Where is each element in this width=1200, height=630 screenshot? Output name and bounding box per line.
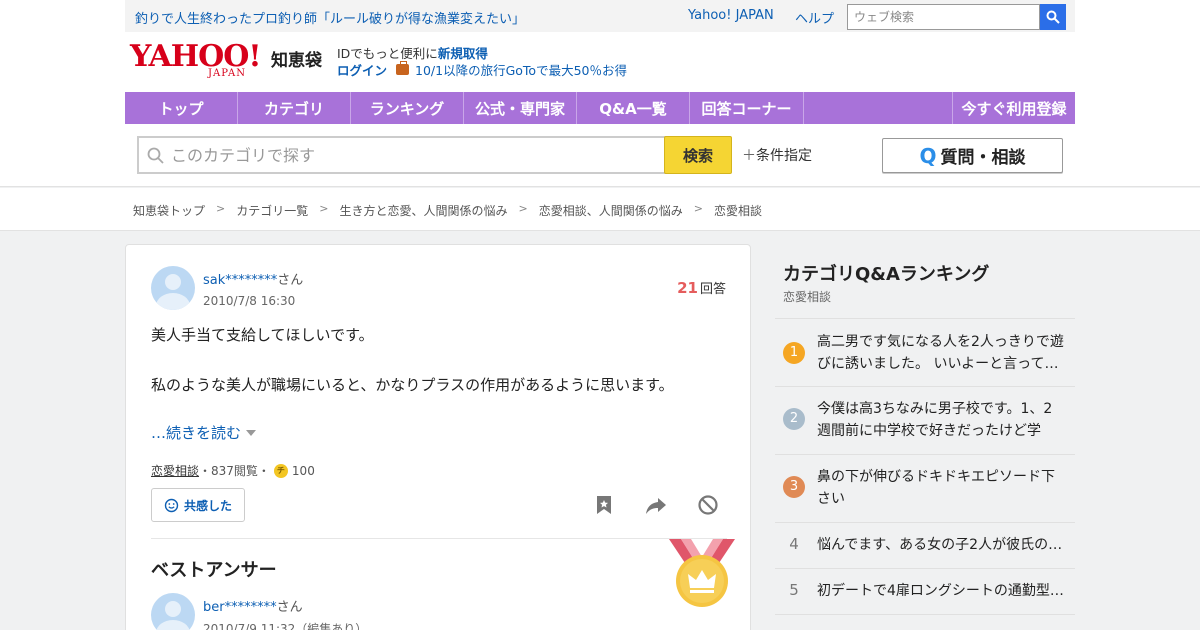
honorific: さん (276, 600, 303, 615)
nav-official[interactable]: 公式・専門家 (464, 92, 577, 124)
nav-spacer (804, 92, 953, 124)
search-conditions-link[interactable]: ＋条件指定 (742, 145, 812, 165)
nav-top[interactable]: トップ (125, 92, 238, 124)
breadcrumb: 知恵袋トップ > カテゴリ一覧 > 生き方と恋愛、人間関係の悩み > 恋愛相談、人間関… (0, 188, 1200, 231)
questioner-name[interactable]: sak********さん (203, 269, 303, 288)
coin-amount: 100 (291, 463, 315, 478)
ranking-item-text: 悩んでます、ある女の子2人が彼氏の… (817, 537, 1063, 553)
logo-japan: JAPAN (208, 68, 247, 79)
chiebukuro-logo[interactable]: YAHOO! JAPAN 知恵袋 (130, 42, 330, 82)
answer-date: 2010/7/9 11:32（編集あり） (203, 622, 368, 630)
ranking-title: カテゴリQ&Aランキング (783, 264, 990, 285)
smile-icon (164, 498, 179, 512)
ranking-item-text: 鼻の下が伸びるドキドキエピソード下さい (817, 469, 1055, 507)
ranking-item-text: 初デートで4扉ロングシートの通勤型… (817, 583, 1064, 599)
question-meta: 恋愛相談 ・837閲覧・ チ 100 (151, 462, 315, 479)
breadcrumb-separator: > (216, 202, 226, 215)
answerer-name[interactable]: ber********さん (203, 596, 303, 615)
category-tag-link[interactable]: 恋愛相談 (151, 462, 199, 479)
breadcrumb-item-top[interactable]: 知恵袋トップ (133, 202, 205, 219)
news-link[interactable]: 釣りで人生終わったプロ釣り師「ルール破りが得な漁業変えたい」 (135, 8, 525, 27)
rank-badge: 1 (783, 342, 805, 364)
category-search-input[interactable] (171, 138, 661, 172)
ranking-item-text: 高二男です気になる人を2人っきりで遊びに誘いました。 いいよーと言って… (817, 334, 1064, 372)
nav-answer-corner[interactable]: 回答コーナー (690, 92, 804, 124)
question-card: sak********さん 2010/7/8 16:30 21 回答 美人手当て支… (125, 244, 751, 630)
question-date: 2010/7/8 16:30 (203, 294, 296, 308)
ranking-subtitle: 恋愛相談 (783, 290, 832, 304)
empathy-button[interactable]: 共感した (151, 488, 245, 522)
question-text-line1: 美人手当て支給してほしいです。 (151, 326, 374, 344)
bookmark-icon[interactable] (593, 494, 615, 516)
breadcrumb-list: 知恵袋トップ > カテゴリ一覧 > 生き方と恋愛、人間関係の悩み > 恋愛相談、人間関… (133, 202, 762, 219)
id-text: IDでもっと便利に (337, 46, 438, 61)
breadcrumb-separator: > (319, 202, 329, 215)
ask-question-button[interactable]: Q 質問・相談 (882, 138, 1063, 173)
ranking-item[interactable]: 4 悩んでます、ある女の子2人が彼氏の… (775, 523, 1075, 569)
web-search-input[interactable] (847, 4, 1040, 30)
caret-down-icon (246, 429, 257, 436)
block-icon[interactable] (697, 494, 719, 516)
question-text-line2: 私のような美人が職場にいると、かなりプラスの作用があるように思います。 (151, 376, 674, 394)
section-divider (151, 538, 727, 539)
login-link[interactable]: ログイン (337, 60, 387, 79)
read-more-label: …続きを読む (151, 424, 242, 442)
answerer-avatar[interactable] (151, 593, 195, 630)
nav-category[interactable]: カテゴリ (238, 92, 351, 124)
search-icon (1046, 10, 1060, 24)
coin-icon: チ (273, 463, 288, 478)
goto-promo-link[interactable]: 10/1以降の旅行GoToで最大50％お得 (415, 60, 627, 79)
help-link[interactable]: ヘルプ (795, 8, 834, 27)
ranking-item[interactable]: 1 高二男です気になる人を2人っきりで遊びに誘いました。 いいよーと言って… (775, 318, 1075, 387)
main-nav: トップ カテゴリ ランキング 公式・専門家 Q&A一覧 回答コーナー 今すぐ利用… (125, 92, 1075, 124)
plus-icon: ＋ (742, 148, 756, 164)
breadcrumb-separator: > (518, 202, 528, 215)
nav-qa-list[interactable]: Q&A一覧 (577, 92, 690, 124)
search-icon (147, 147, 164, 164)
ranking-item[interactable]: 2 今僕は高3ちなみに男子校です。1、2週間前に中学校で好きだったけど学校… (775, 387, 1075, 455)
category-search-button[interactable]: 検索 (664, 136, 732, 174)
rank-number: 5 (789, 581, 799, 599)
breadcrumb-item-relationships[interactable]: 恋愛相談、人間関係の悩み (539, 202, 683, 219)
signup-link[interactable]: 新規取得 (438, 46, 488, 61)
questioner-avatar[interactable] (151, 266, 195, 310)
rank-badge: 2 (783, 408, 805, 430)
empathy-label: 共感した (183, 498, 232, 513)
breadcrumb-separator: > (693, 202, 703, 215)
logo-chiebukuro: 知恵袋 (271, 51, 322, 71)
news-bar: 釣りで人生終わったプロ釣り師「ルール破りが得な漁業変えたい」 Yahoo! JA… (125, 0, 1075, 32)
web-search-button[interactable] (1040, 4, 1066, 30)
read-more-link[interactable]: …続きを読む (151, 422, 257, 443)
answer-count-number: 21 (677, 279, 698, 297)
crown-medal-icon (669, 539, 735, 607)
answerer-id: ber******** (203, 600, 277, 615)
best-answer-title: ベストアンサー (151, 560, 277, 581)
nav-register[interactable]: 今すぐ利用登録 (953, 92, 1075, 124)
header-area: 釣りで人生終わったプロ釣り師「ルール破りが得な漁業変えたい」 Yahoo! JA… (0, 0, 1200, 187)
ranking-item-text: 今僕は高3ちなみに男子校です。1、2週間前に中学校で好きだったけど学校… (817, 401, 1053, 439)
question-q-icon: Q (919, 143, 937, 168)
breadcrumb-item-life[interactable]: 生き方と恋愛、人間関係の悩み (339, 202, 507, 219)
answer-count[interactable]: 21 回答 (677, 278, 726, 297)
answer-count-label: 回答 (699, 282, 726, 297)
rank-number: 4 (789, 535, 799, 553)
breadcrumb-item-love[interactable]: 恋愛相談 (714, 202, 762, 219)
ranking-item[interactable]: 3 鼻の下が伸びるドキドキエピソード下さい (775, 455, 1075, 523)
login-line: ログイン 10/1以降の旅行GoToで最大50％お得 (337, 60, 627, 79)
breadcrumb-item-categories[interactable]: カテゴリ一覧 (236, 202, 308, 219)
honorific: さん (277, 273, 304, 288)
rank-badge: 3 (783, 476, 805, 498)
view-count: ・837閲覧・ (199, 464, 270, 478)
share-icon[interactable] (645, 494, 667, 516)
questioner-id: sak******** (203, 273, 278, 288)
yahoo-japan-link[interactable]: Yahoo! JAPAN (688, 8, 774, 23)
category-search-box (137, 136, 666, 174)
suitcase-icon (396, 61, 410, 75)
ranking-item[interactable]: 5 初デートで4扉ロングシートの通勤型… (775, 569, 1075, 615)
ask-question-label: 質問・相談 (940, 148, 1026, 168)
search-conditions-label: 条件指定 (756, 148, 812, 164)
nav-ranking[interactable]: ランキング (351, 92, 464, 124)
